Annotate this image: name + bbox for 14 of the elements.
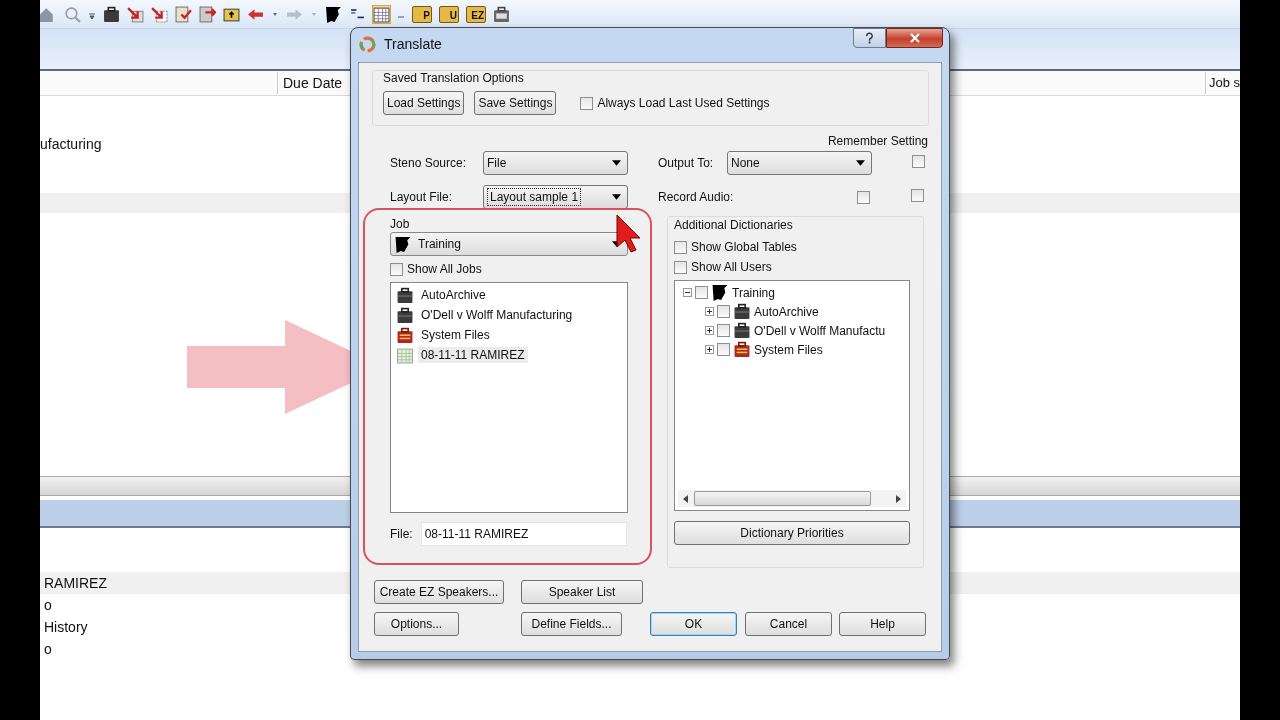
field-label: File: [390,527,413,541]
column-label: Remember Setting [827,134,928,148]
group-label: Job [390,217,411,231]
field-label: Layout File: [390,190,454,204]
table-cell: ufacturing [40,135,102,152]
checkbox-label: Show All Users [691,260,772,274]
checkbox-label: Show All Jobs [407,262,482,276]
checkbox-label: Show Global Tables [691,240,797,254]
group-label: Additional Dictionaries [674,218,794,232]
field-label: Record Audio: [658,190,735,204]
checkbox-label: Always Load Last Used Settings [597,96,770,110]
window-title: Translate [384,36,442,52]
field-label: Output To: [658,156,715,170]
field-label: Steno Source: [390,156,468,170]
